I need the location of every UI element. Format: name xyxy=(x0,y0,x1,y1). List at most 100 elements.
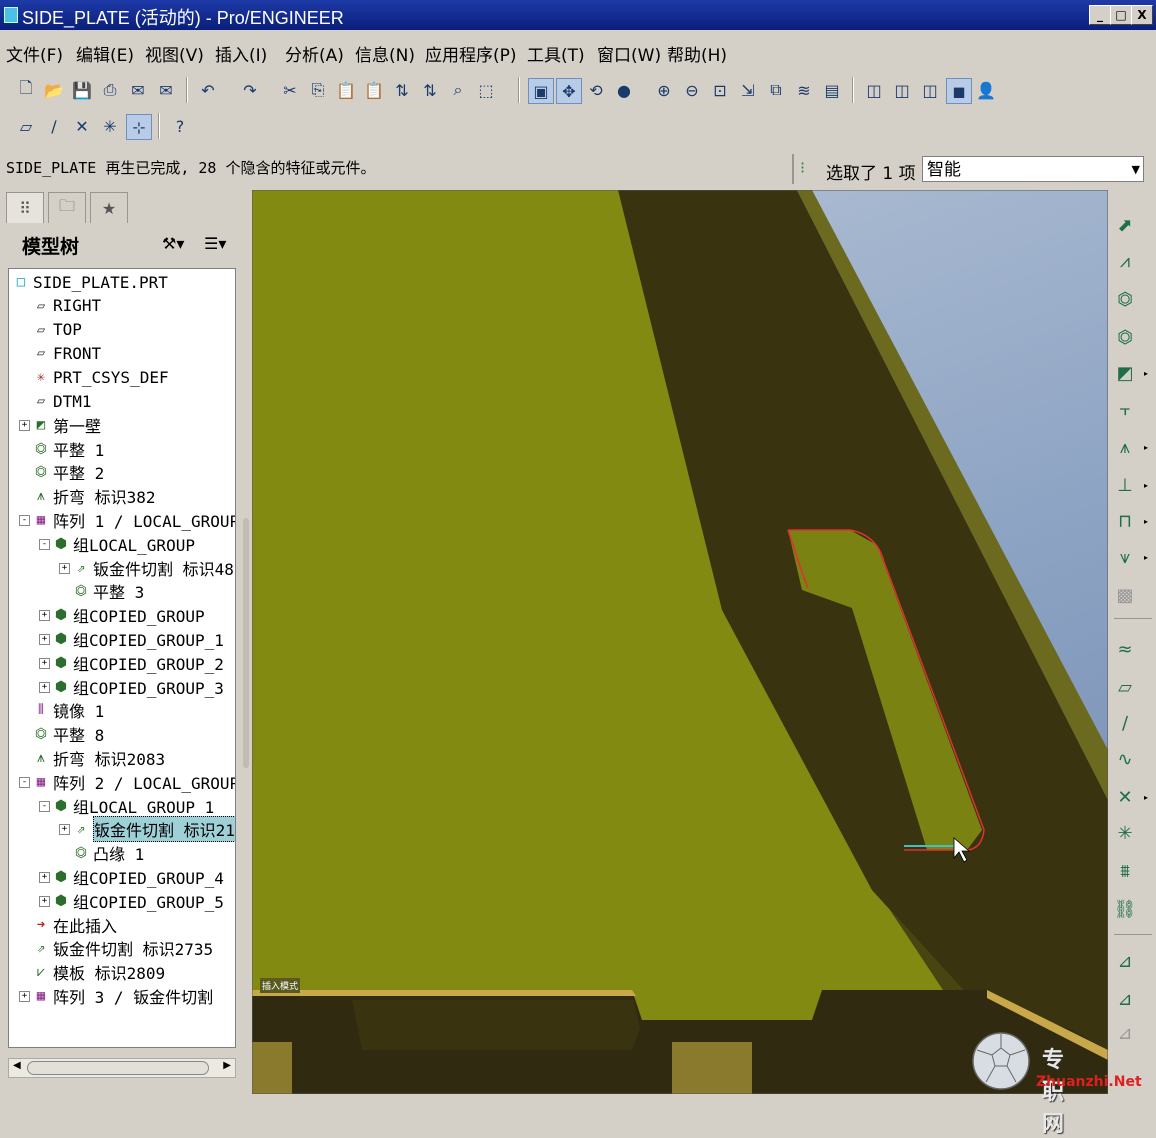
new-icon[interactable]: 🗋 xyxy=(14,78,38,102)
deform-icon[interactable]: ▩ xyxy=(1112,582,1138,608)
edit-tool-icon[interactable]: ⊿ xyxy=(1112,948,1138,974)
tree-node[interactable]: - ⬢ 组LOCAL_GROUP_1 xyxy=(39,795,214,817)
tree-node[interactable]: ⏣ 平整 2 xyxy=(33,461,104,483)
minimize-button[interactable]: _ xyxy=(1089,5,1111,25)
flat-pattern-icon[interactable]: ⬈ xyxy=(1112,212,1138,238)
scrollbar-thumb[interactable] xyxy=(27,1061,209,1075)
collapse-icon[interactable]: - xyxy=(19,776,30,788)
open-icon[interactable]: 📂 xyxy=(42,78,66,102)
tree-node[interactable]: ⏣ 平整 8 xyxy=(33,723,104,745)
undo-icon[interactable]: ↶ xyxy=(196,78,220,102)
panel-splitter[interactable] xyxy=(243,518,249,768)
cut-icon[interactable]: ✂ xyxy=(278,78,302,102)
scroll-right-icon[interactable]: ▶ xyxy=(223,1060,231,1071)
saved-views-icon[interactable]: ⧉ xyxy=(764,78,788,102)
layers-icon[interactable]: ≋ xyxy=(792,78,816,102)
wireframe-icon[interactable]: ◫ xyxy=(862,78,886,102)
extrude-wall-icon[interactable]: ◩ xyxy=(1112,360,1148,386)
tree-node[interactable]: + ⬢ 组COPIED_GROUP_1 xyxy=(39,628,224,650)
tree-horizontal-scrollbar[interactable]: ◀ ▶ xyxy=(8,1058,236,1078)
tree-node[interactable]: ⫴ 镜像 1 xyxy=(33,699,104,721)
tree-node[interactable]: + ⬢ 组COPIED_GROUP_3 xyxy=(39,676,224,698)
menu-insert[interactable]: 插入(I) xyxy=(215,41,267,66)
tree-settings-icon[interactable]: ⚒▾ xyxy=(162,234,184,253)
redo-icon[interactable]: ↷ xyxy=(238,78,262,102)
disabled-tool-icon[interactable]: ⊿ xyxy=(1112,1020,1138,1046)
expand-icon[interactable]: + xyxy=(39,681,50,693)
expand-icon[interactable]: + xyxy=(39,895,50,907)
menu-info[interactable]: 信息(N) xyxy=(355,41,415,66)
scroll-left-icon[interactable]: ◀ xyxy=(13,1060,21,1071)
expand-icon[interactable]: + xyxy=(39,872,50,883)
tree-node[interactable]: ⇗ 钣金件切割 标识2735 xyxy=(33,937,213,959)
convert-tool-icon[interactable]: ⊿ xyxy=(1112,986,1138,1012)
zoom-in-icon[interactable]: ⊕ xyxy=(652,78,676,102)
expand-icon[interactable]: + xyxy=(39,610,50,622)
menu-tools[interactable]: 工具(T) xyxy=(527,41,585,66)
tree-columns-icon[interactable]: ☰▾ xyxy=(204,234,226,253)
tree-node[interactable]: + ⬢ 组COPIED_GROUP_2 xyxy=(39,652,224,674)
hidden-line-icon[interactable]: ◫ xyxy=(890,78,914,102)
datum-points-icon[interactable]: ✕ xyxy=(70,114,94,138)
tree-node[interactable]: ➜ 在此插入 xyxy=(33,914,117,936)
tree-node[interactable]: ✳ PRT_CSYS_DEF xyxy=(33,366,169,388)
orient-mode-icon[interactable]: ⟲ xyxy=(584,78,608,102)
tree-node[interactable]: ▱ DTM1 xyxy=(33,390,92,412)
punch-form-icon[interactable]: ⊓ xyxy=(1112,508,1148,534)
sketch-tool-icon[interactable]: ≈ xyxy=(1112,636,1138,662)
tree-node[interactable]: ▱ RIGHT xyxy=(33,295,101,317)
tree-node[interactable]: - ▦ 阵列 1 / LOCAL_GROUP xyxy=(19,509,235,531)
spin-center-display-icon[interactable]: ⊹ xyxy=(126,114,152,140)
datum-curve-tool-icon[interactable]: ∿ xyxy=(1112,746,1138,772)
collapse-icon[interactable]: - xyxy=(19,515,30,526)
save-icon[interactable]: 💾 xyxy=(70,78,94,102)
unbend-tool-icon[interactable]: ⩛ xyxy=(1112,544,1148,570)
tree-node[interactable]: □ SIDE_PLATE.PRT xyxy=(13,271,168,293)
datum-point-tool-icon[interactable]: ✕ xyxy=(1112,784,1148,810)
tree-node[interactable]: + ⇗ 钣金件切割 标识218 xyxy=(59,816,235,843)
menu-file[interactable]: 文件(F) xyxy=(6,41,63,66)
expand-icon[interactable]: + xyxy=(59,562,70,574)
tree-node[interactable]: + ⇗ 钣金件切割 标识481 xyxy=(59,557,235,579)
bend-tool-icon[interactable]: ⩚ xyxy=(1112,434,1148,460)
context-help-icon[interactable]: ? xyxy=(168,114,192,138)
datum-plane-tool-icon[interactable]: ▱ xyxy=(1112,674,1138,700)
view-manager-icon[interactable]: ▤ xyxy=(820,78,844,102)
flat-wall-tool-icon[interactable]: ⏣ xyxy=(1112,286,1138,312)
datum-axis-tool-icon[interactable]: ∕ xyxy=(1112,710,1138,736)
zoom-out-icon[interactable]: ⊖ xyxy=(680,78,704,102)
send-link-icon[interactable]: ✉ xyxy=(154,78,178,102)
corner-relief-icon[interactable]: ⊥ xyxy=(1112,472,1148,498)
expand-icon[interactable]: + xyxy=(39,634,50,645)
paste-special-icon[interactable]: 📋 xyxy=(362,78,386,102)
menu-applications[interactable]: 应用程序(P) xyxy=(425,41,517,66)
tree-node[interactable]: + ▦ 阵列 3 / 钣金件切割 xyxy=(19,985,213,1007)
flange-wall-icon[interactable]: ⩘ xyxy=(1112,248,1138,274)
no-hidden-icon[interactable]: ◫ xyxy=(918,78,942,102)
tree-node[interactable]: ⩚ 折弯 标识2083 xyxy=(33,747,165,769)
refit-icon[interactable]: ⊡ xyxy=(708,78,732,102)
tree-node[interactable]: - ⬢ 组LOCAL_GROUP xyxy=(39,533,195,555)
expand-icon[interactable]: + xyxy=(19,991,30,1002)
tree-node[interactable]: + ⬢ 组COPIED_GROUP_5 xyxy=(39,890,224,912)
maximize-button[interactable]: □ xyxy=(1110,5,1132,25)
tree-node[interactable]: ⏣ 平整 3 xyxy=(73,580,144,602)
select-box-icon[interactable]: ⬚ xyxy=(474,78,498,102)
regen-manager-icon[interactable]: ⇅ xyxy=(418,78,442,102)
menu-analysis[interactable]: 分析(A) xyxy=(285,41,344,66)
expand-icon[interactable]: + xyxy=(59,824,70,836)
csys-display-icon[interactable]: ✳ xyxy=(98,114,122,138)
rip-icon[interactable]: ⫟ xyxy=(1112,396,1138,422)
model-tree-user-icon[interactable]: 👤 xyxy=(974,78,998,102)
unbend-icon[interactable]: ⏣ xyxy=(1112,324,1138,350)
collapse-icon[interactable]: - xyxy=(39,800,50,812)
tab-folder-browser[interactable]: 🗀 xyxy=(48,192,86,223)
spin-center-icon[interactable]: ✥ xyxy=(556,78,582,104)
datum-planes-icon[interactable]: ⏥ xyxy=(14,114,38,138)
tab-favorites[interactable]: ★ xyxy=(90,192,128,223)
tree-node[interactable]: + ◩ 第一壁 xyxy=(19,414,101,436)
shading-icon[interactable]: ◼ xyxy=(946,78,972,104)
paste-icon[interactable]: 📋 xyxy=(334,78,358,102)
tree-node[interactable]: -▦ 阵列 2 / LOCAL_GROUP_1 xyxy=(19,771,235,793)
find-icon[interactable]: ⌕ xyxy=(446,78,470,102)
